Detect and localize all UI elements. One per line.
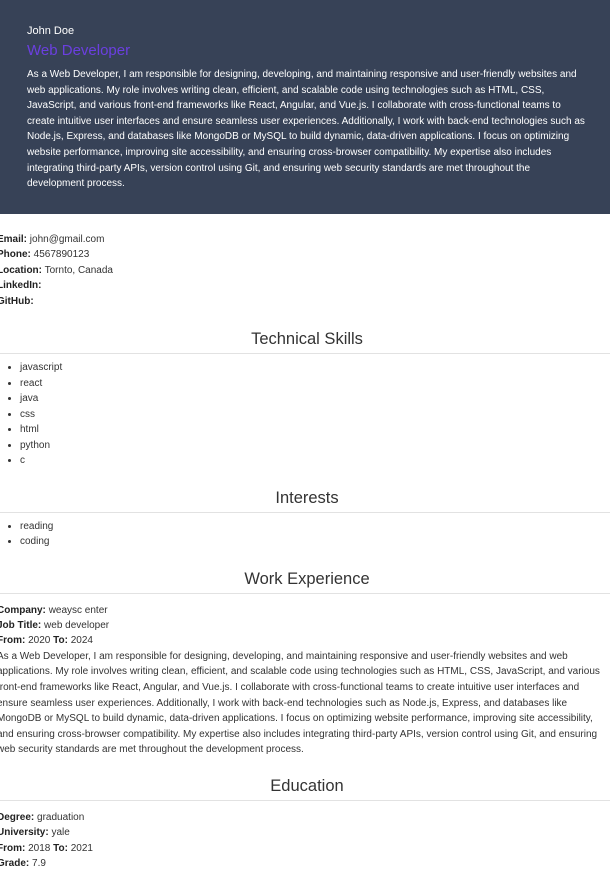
skill-item: css	[20, 407, 610, 423]
github-label: GitHub:	[0, 295, 34, 307]
skills-heading: Technical Skills	[251, 330, 363, 349]
education-dates: From: 2018 To: 2021	[0, 841, 610, 856]
interests-section: Interests reading coding	[0, 488, 610, 550]
skill-item: html	[20, 422, 610, 438]
contact-location: Location: Tornto, Canada	[0, 263, 610, 278]
education-grade: Grade: 7.9	[0, 856, 610, 871]
company-value: weaysc enter	[48, 604, 108, 616]
from-label: From:	[0, 842, 26, 854]
contact-github: GitHub:	[0, 294, 610, 309]
contact-info: Email: john@gmail.com Phone: 4567890123 …	[0, 232, 610, 309]
section-divider	[0, 799, 610, 801]
grade-label: Grade:	[0, 858, 30, 870]
experience-heading: Work Experience	[244, 569, 370, 588]
university-value: yale	[51, 827, 70, 839]
degree-label: Degree:	[0, 811, 35, 823]
education-heading: Education	[270, 776, 344, 795]
education-section: Education Degree: graduation University:…	[0, 776, 610, 872]
to-value: 2021	[70, 842, 93, 854]
job-title-label: Job Title:	[0, 619, 42, 631]
interest-item: coding	[20, 534, 610, 550]
resume-header: John Doe Web Developer As a Web Develope…	[0, 0, 610, 214]
to-label: To:	[53, 842, 68, 854]
interest-item: reading	[20, 519, 610, 535]
email-value: john@gmail.com	[29, 234, 105, 245]
person-name: John Doe	[27, 25, 75, 37]
contact-email: Email: john@gmail.com	[0, 232, 610, 247]
skill-item: react	[20, 376, 610, 392]
interests-heading: Interests	[275, 488, 339, 507]
skills-section: Technical Skills javascript react java c…	[0, 329, 610, 469]
skill-item: javascript	[20, 360, 610, 376]
from-value: 2018	[28, 842, 51, 854]
interests-list: reading coding	[0, 519, 610, 550]
phone-label: Phone:	[0, 249, 31, 261]
section-divider	[0, 592, 610, 594]
from-value: 2020	[28, 635, 51, 647]
location-value: Tornto, Canada	[44, 264, 113, 276]
profile-summary: As a Web Developer, I am responsible for…	[27, 69, 585, 190]
experience-dates: From: 2020 To: 2024	[0, 633, 610, 648]
phone-value: 4567890123	[33, 249, 90, 261]
skill-item: python	[20, 438, 610, 454]
education-degree: Degree: graduation	[0, 810, 610, 825]
grade-value: 7.9	[32, 858, 46, 870]
job-title-value: web developer	[44, 619, 110, 631]
education-entry: Degree: graduation University: yale From…	[0, 810, 610, 872]
from-label: From:	[0, 635, 26, 647]
skills-list: javascript react java css html python c	[0, 360, 610, 469]
section-divider	[0, 511, 610, 513]
company-label: Company:	[0, 604, 46, 616]
to-label: To:	[53, 635, 68, 647]
contact-phone: Phone: 4567890123	[0, 247, 610, 262]
skill-item: java	[20, 391, 610, 407]
experience-section: Work Experience Company: weaysc enter Jo…	[0, 569, 610, 758]
degree-value: graduation	[37, 811, 85, 823]
linkedin-label: LinkedIn:	[0, 280, 42, 292]
education-university: University: yale	[0, 825, 610, 840]
experience-description: As a Web Developer, I am responsible for…	[0, 650, 600, 756]
university-label: University:	[0, 827, 49, 839]
to-value: 2024	[70, 635, 93, 647]
job-role-title: Web Developer	[27, 42, 131, 59]
experience-entry: Company: weaysc enter Job Title: web dev…	[0, 603, 610, 758]
resume-body: Email: john@gmail.com Phone: 4567890123 …	[0, 232, 610, 872]
section-divider	[0, 353, 610, 355]
contact-linkedin: LinkedIn:	[0, 278, 610, 293]
experience-job-title: Job Title: web developer	[0, 618, 610, 633]
location-label: Location:	[0, 264, 42, 276]
email-label: Email:	[0, 234, 28, 245]
experience-company: Company: weaysc enter	[0, 603, 610, 618]
skill-item: c	[20, 453, 610, 469]
